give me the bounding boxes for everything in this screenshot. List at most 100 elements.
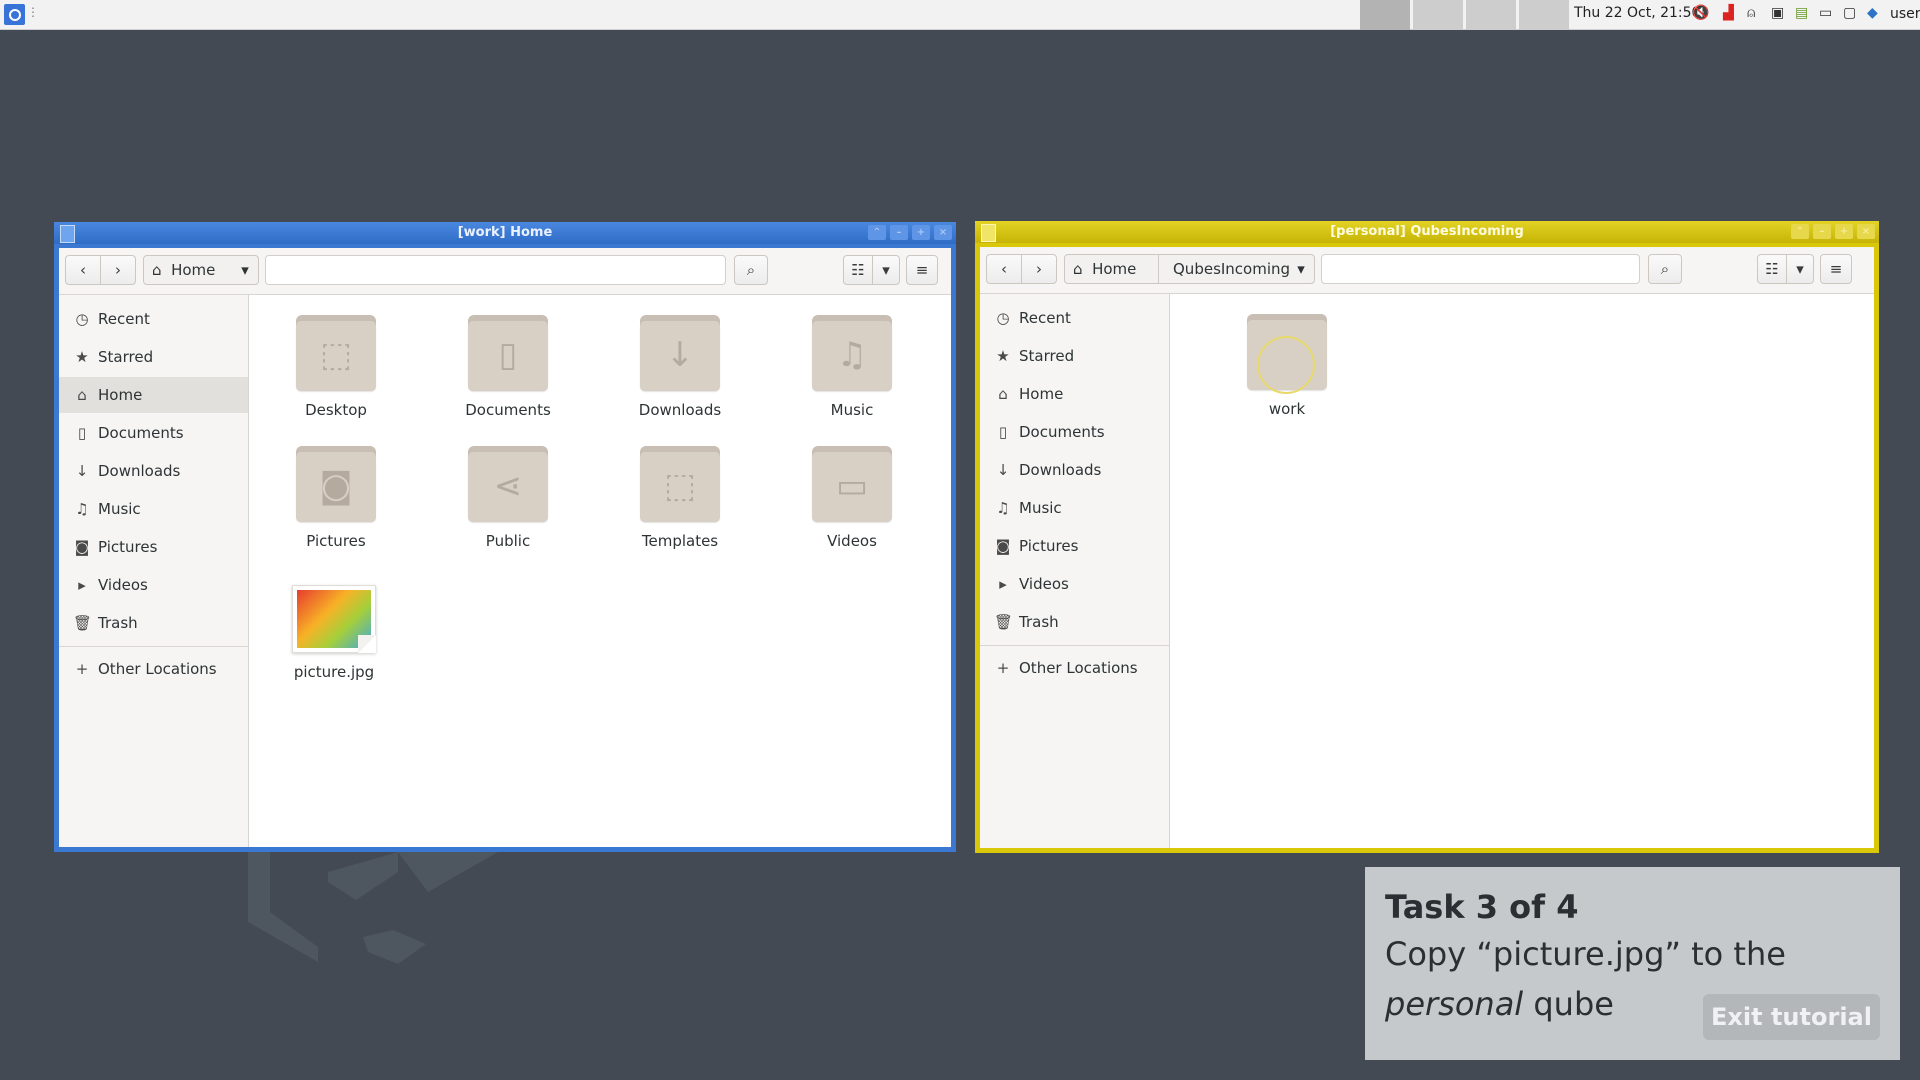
taskbar-slot[interactable] (1466, 0, 1516, 30)
folder-pictures-icon: ◙ (296, 446, 376, 522)
tutorial-title: Task 3 of 4 (1385, 888, 1579, 926)
file-label: picture.jpg (293, 663, 375, 681)
taskbar-slot[interactable] (1519, 0, 1569, 30)
view-mode-button[interactable]: ☷ (1757, 254, 1787, 284)
breadcrumb-home[interactable]: ⌂ Home (1065, 255, 1159, 283)
sidebar-item-recent[interactable]: ◷ Recent (59, 301, 248, 337)
window-titlebar[interactable]: [work] Home ⌃ – + × (54, 222, 956, 244)
tutorial-emphasis: personal (1385, 985, 1524, 1023)
location-field[interactable] (265, 255, 726, 285)
taskbar-slot[interactable] (1360, 0, 1410, 30)
folder-downloads-icon: ↓ (640, 315, 720, 391)
back-button[interactable]: ‹ (65, 255, 101, 285)
qubes-menu-icon[interactable] (4, 4, 25, 25)
sidebar-item-home[interactable]: ⌂ Home (59, 377, 248, 413)
sidebar-item-documents[interactable]: ▯ Documents (59, 415, 248, 451)
chevron-right-icon: › (115, 261, 121, 279)
breadcrumb-home[interactable]: ⌂ Home (152, 256, 232, 284)
file-item-documents[interactable]: ▯ Documents (443, 315, 573, 419)
clipboard-icon[interactable]: ▭ (1819, 5, 1832, 25)
main-menu-button[interactable]: ≡ (1820, 254, 1852, 284)
window-titlebar[interactable]: [personal] QubesIncoming ⌃ – + × (975, 221, 1879, 243)
close-button[interactable]: × (1857, 224, 1875, 239)
sidebar-item-other-locations[interactable]: + Other Locations (980, 650, 1169, 686)
file-view: work (1170, 294, 1874, 848)
sidebar-item-music[interactable]: ♫ Music (980, 490, 1169, 526)
file-view: ⬚ Desktop ▯ Documents ↓ Downloads ♫ Musi… (249, 295, 951, 847)
sidebar-item-other-locations[interactable]: + Other Locations (59, 651, 248, 687)
home-icon: ⌂ (152, 261, 162, 279)
breadcrumb-qubesincoming[interactable]: QubesIncoming (1159, 255, 1290, 283)
search-button[interactable]: ⌕ (1648, 254, 1682, 284)
chevron-right-icon: › (1036, 260, 1042, 278)
file-label: Documents (465, 401, 551, 419)
main-menu-button[interactable]: ≡ (906, 255, 938, 285)
sidebar-item-recent[interactable]: ◷ Recent (980, 300, 1169, 336)
view-options-button[interactable]: ▾ (872, 255, 900, 285)
file-item-desktop[interactable]: ⬚ Desktop (271, 315, 401, 419)
file-item-picture-jpg[interactable]: picture.jpg (269, 585, 399, 681)
sidebar-item-trash[interactable]: 🗑 Trash (980, 604, 1169, 640)
file-item-music[interactable]: ♫ Music (787, 315, 917, 419)
music-icon: ♫ (996, 499, 1010, 517)
folder-desktop-icon: ⬚ (296, 315, 376, 391)
file-item-pictures[interactable]: ◙ Pictures (271, 446, 401, 550)
maximize-button[interactable]: + (1835, 224, 1853, 239)
updates-icon[interactable]: ▤ (1795, 5, 1808, 25)
breadcrumb-label: Home (171, 261, 216, 279)
qube-cube-icon[interactable]: ◆ (1867, 5, 1878, 25)
window-menu-icon[interactable] (981, 224, 996, 242)
file-label: Templates (641, 532, 719, 550)
taskbar-slot[interactable] (1413, 0, 1463, 30)
view-mode-button[interactable]: ☷ (843, 255, 873, 285)
breadcrumb-dropdown[interactable]: ▾ (234, 256, 256, 284)
sidebar-item-home[interactable]: ⌂ Home (980, 376, 1169, 412)
list-view-icon: ☷ (1765, 260, 1779, 278)
user-menu[interactable]: user (1890, 6, 1920, 22)
exit-tutorial-button[interactable]: Exit tutorial (1703, 994, 1880, 1040)
file-item-work[interactable]: work (1222, 314, 1352, 418)
work-file-manager-window: [work] Home ⌃ – + × ‹ › ⌂ Home ▾ ⌕ ☷ ▾ ≡… (54, 222, 956, 852)
sidebar-item-documents[interactable]: ▯ Documents (980, 414, 1169, 450)
camera-icon: ◙ (995, 537, 1011, 555)
sidebar-item-label: Pictures (1019, 537, 1079, 555)
close-button[interactable]: × (934, 225, 952, 240)
sidebar-item-pictures[interactable]: ◙ Pictures (59, 529, 248, 565)
forward-button[interactable]: › (100, 255, 136, 285)
window-menu-icon[interactable] (60, 225, 75, 243)
volume-icon[interactable]: 🔇 (1692, 5, 1709, 25)
devices-icon[interactable]: ⍝ (1747, 5, 1755, 25)
breadcrumb-dropdown[interactable]: ▾ (1290, 255, 1312, 283)
minimize-button[interactable]: – (1813, 224, 1831, 239)
sidebar-divider (59, 646, 248, 647)
sidebar-item-downloads[interactable]: ↓ Downloads (59, 453, 248, 489)
sidebar-item-music[interactable]: ♫ Music (59, 491, 248, 527)
file-item-videos[interactable]: ▭ Videos (787, 446, 917, 550)
back-button[interactable]: ‹ (986, 254, 1022, 284)
shade-button[interactable]: ⌃ (1791, 224, 1809, 239)
network-icon[interactable]: ▟ (1723, 5, 1734, 25)
search-button[interactable]: ⌕ (734, 255, 768, 285)
location-field[interactable] (1321, 254, 1640, 284)
maximize-button[interactable]: + (912, 225, 930, 240)
sidebar-item-downloads[interactable]: ↓ Downloads (980, 452, 1169, 488)
clock[interactable]: Thu 22 Oct, 21:50 (1574, 5, 1700, 21)
sidebar-item-trash[interactable]: 🗑 Trash (59, 605, 248, 641)
clock-icon: ◷ (75, 310, 89, 328)
toolbar: ‹ › ⌂ Home ▾ ⌕ ☷ ▾ ≡ (59, 248, 951, 295)
triangle-down-icon: ▾ (1297, 260, 1305, 278)
sidebar-item-pictures[interactable]: ◙ Pictures (980, 528, 1169, 564)
view-options-button[interactable]: ▾ (1786, 254, 1814, 284)
file-item-public[interactable]: ⋖ Public (443, 446, 573, 550)
file-item-downloads[interactable]: ↓ Downloads (615, 315, 745, 419)
shade-button[interactable]: ⌃ (868, 225, 886, 240)
display-icon[interactable]: ▢ (1843, 5, 1856, 25)
file-item-templates[interactable]: ⬚ Templates (615, 446, 745, 550)
domains-icon[interactable]: ▣ (1771, 5, 1784, 25)
minimize-button[interactable]: – (890, 225, 908, 240)
sidebar-item-starred[interactable]: ★ Starred (980, 338, 1169, 374)
sidebar-item-videos[interactable]: ▸ Videos (59, 567, 248, 603)
forward-button[interactable]: › (1021, 254, 1057, 284)
sidebar-item-videos[interactable]: ▸ Videos (980, 566, 1169, 602)
sidebar-item-starred[interactable]: ★ Starred (59, 339, 248, 375)
